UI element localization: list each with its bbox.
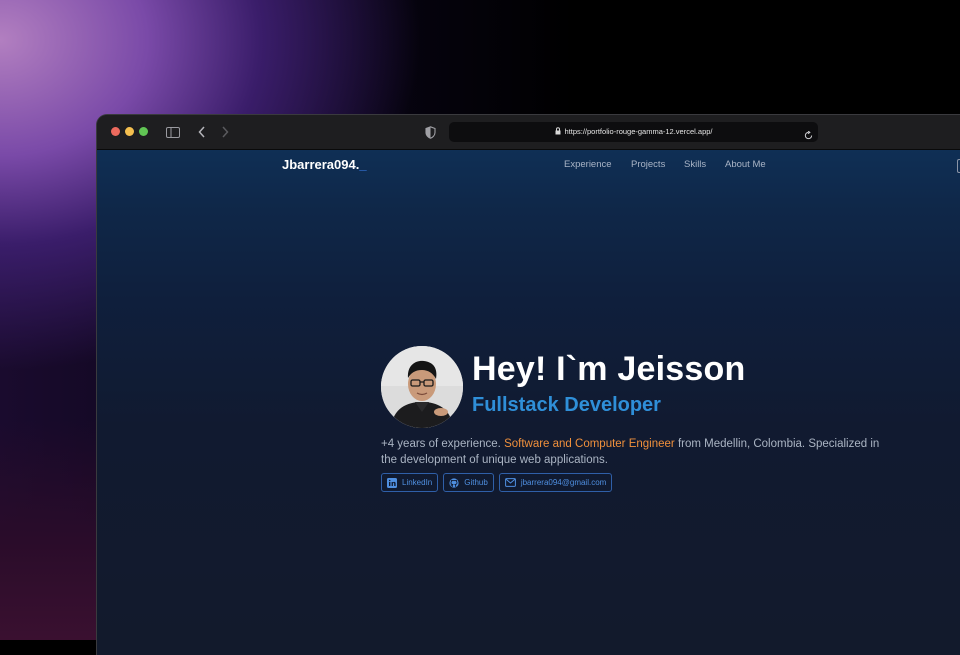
linkedin-icon [387,477,397,488]
forward-arrow-icon[interactable] [219,124,231,140]
github-label: Github [464,478,488,487]
desc-highlight: Software and Computer Engineer [504,438,675,450]
sidebar-toggle-icon[interactable] [165,124,181,140]
nav-link-about-me[interactable]: About Me [725,159,766,170]
privacy-shield-icon[interactable] [423,124,437,140]
email-button[interactable]: jbarrera094@gmail.com [498,473,613,492]
logo-cursor: _ [359,157,367,172]
url-text: https://portfolio-rouge-gamma-12.vercel.… [564,127,713,136]
social-links: LinkedIn Github jbarrera094@gmail.com [381,473,613,492]
browser-window: https://portfolio-rouge-gamma-12.vercel.… [97,115,960,655]
browser-toolbar: https://portfolio-rouge-gamma-12.vercel.… [97,115,960,150]
site-navbar: Jbarrera094._ Experience Projects Skills… [97,150,960,182]
hero-title: Hey! I`m Jeisson [472,350,746,388]
linkedin-button[interactable]: LinkedIn [381,473,439,492]
lock-icon [555,123,561,142]
page-viewport: Jbarrera094._ Experience Projects Skills… [97,150,960,655]
back-arrow-icon[interactable] [196,124,208,140]
site-logo[interactable]: Jbarrera094._ [282,157,367,172]
github-button[interactable]: Github [443,473,494,492]
nav-link-projects[interactable]: Projects [631,159,665,170]
url-display[interactable]: https://portfolio-rouge-gamma-12.vercel.… [449,122,818,142]
close-window-button[interactable] [111,127,120,136]
minimize-window-button[interactable] [125,127,134,136]
hero-subtitle: Fullstack Developer [472,394,661,416]
logo-text: Jbarrera094. [282,157,360,172]
desc-text-start: +4 years of experience. [381,438,505,450]
reload-icon[interactable] [804,127,813,145]
email-label: jbarrera094@gmail.com [520,478,607,487]
github-icon [449,477,459,488]
nav-link-skills[interactable]: Skills [684,159,706,170]
linkedin-label: LinkedIn [402,478,433,487]
hero-description: +4 years of experience. Software and Com… [381,436,891,468]
maximize-window-button[interactable] [139,127,148,136]
profile-avatar [381,346,463,428]
mail-icon [504,478,516,487]
nav-link-experience[interactable]: Experience [564,159,612,170]
address-bar[interactable]: https://portfolio-rouge-gamma-12.vercel.… [449,122,818,142]
